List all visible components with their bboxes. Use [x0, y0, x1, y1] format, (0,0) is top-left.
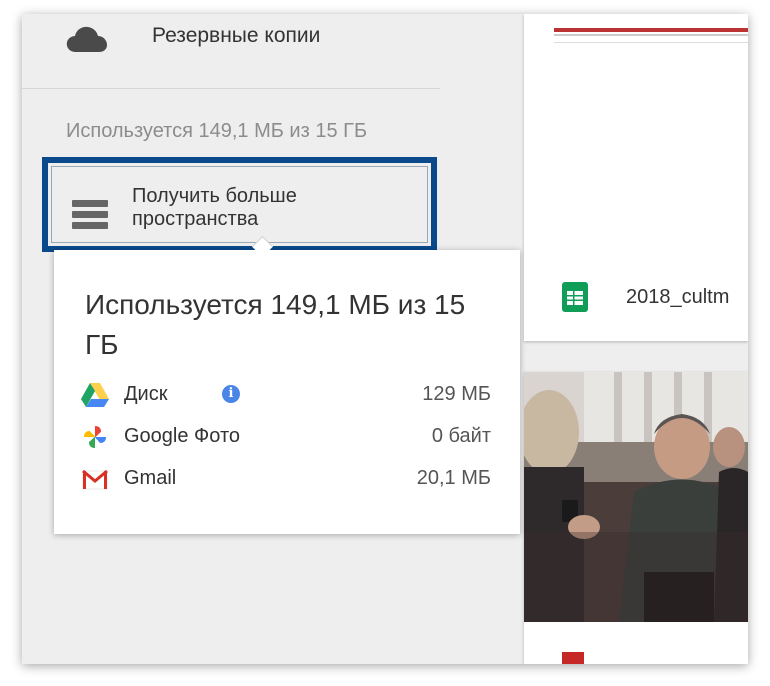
storage-row-label: Gmail	[124, 467, 177, 489]
drive-window: Резервные копии Используется 149,1 МБ из…	[22, 14, 748, 664]
storage-row-label: Google Фото	[124, 425, 240, 447]
gmail-icon	[82, 469, 108, 490]
storage-icon	[72, 200, 108, 230]
info-icon[interactable]: i	[222, 385, 240, 403]
divider	[22, 88, 440, 89]
sidebar-item-backups[interactable]: Резервные копии	[22, 14, 462, 84]
photo-file-card[interactable]	[524, 372, 748, 664]
storage-row-value: 20,1 МБ	[416, 467, 491, 489]
get-more-storage-label-line2: пространства	[132, 208, 259, 230]
file-preview-line	[554, 42, 748, 43]
storage-row-value: 0 байт	[431, 425, 491, 447]
file-type-icon	[562, 652, 584, 664]
file-card[interactable]: 2018_cultm	[524, 14, 748, 341]
get-more-storage-button[interactable]: Получить больше пространства	[42, 157, 437, 252]
file-preview-line	[554, 34, 748, 36]
google-sheets-icon	[562, 282, 588, 312]
file-name: 2018_cultm	[626, 286, 730, 308]
sidebar-item-label: Резервные копии	[152, 24, 321, 47]
cloud-icon	[66, 26, 107, 52]
get-more-storage-label-line1: Получить больше	[132, 185, 297, 207]
file-preview	[554, 28, 748, 32]
storage-row-label: Диск	[124, 383, 168, 405]
storage-row-photos: Google Фото 0 байт	[81, 422, 491, 454]
storage-row-value: 129 МБ	[422, 383, 491, 405]
storage-row-drive: Диск i 129 МБ	[81, 380, 491, 412]
photo-thumbnail	[524, 372, 748, 622]
get-more-storage-label: Получить больше пространства	[132, 185, 297, 231]
google-photos-icon	[84, 426, 106, 448]
button-inner-border: Получить больше пространства	[51, 166, 428, 243]
google-drive-icon	[81, 383, 109, 407]
popup-title: Используется 149,1 МБ из 15 ГБ	[85, 289, 466, 360]
storage-usage-text: Используется 149,1 МБ из 15 ГБ	[66, 120, 368, 142]
storage-row-gmail: Gmail 20,1 МБ	[81, 464, 491, 496]
storage-details-popup: Используется 149,1 МБ из 15 ГБ Диск i 12…	[54, 250, 520, 534]
